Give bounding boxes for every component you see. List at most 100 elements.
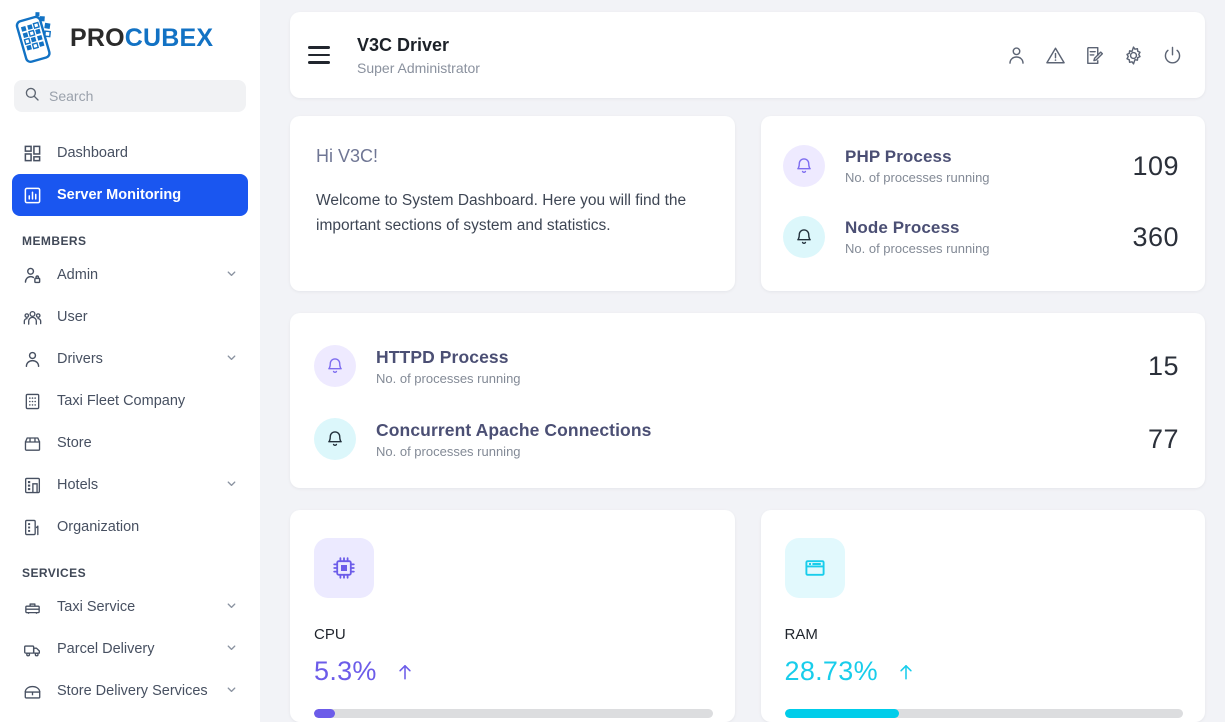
user-icon — [22, 349, 42, 369]
trend-up-arrow-icon — [896, 662, 916, 682]
power-logout-icon[interactable] — [1162, 45, 1183, 66]
cpu-value: 5.3% — [314, 656, 377, 686]
ram-usage-card: RAM 28.73% — [760, 510, 1205, 722]
header-actions — [1006, 45, 1183, 66]
process-title: PHP Process — [845, 147, 952, 166]
sidebar-item-taxi-service[interactable]: Taxi Service — [12, 586, 248, 628]
cpu-progress-fill — [314, 709, 336, 718]
building-grid-icon — [22, 391, 42, 411]
dashboard-row-3: CPU 5.3% RAM 28.73% — [290, 510, 1205, 722]
process-subtitle: No. of processes running — [845, 241, 990, 256]
sidebar-item-admin[interactable]: Admin — [12, 254, 248, 296]
sidebar-section-members: MEMBERS — [22, 234, 87, 248]
sidebar: PROCUBEX Dashboard — [0, 0, 260, 722]
cpu-value-row: 5.3% — [314, 656, 713, 687]
profile-icon[interactable] — [1006, 45, 1027, 66]
process-text: PHP Process No. of processes running — [845, 147, 990, 185]
chevron-down-icon[interactable] — [225, 267, 238, 284]
app-root: PROCUBEX Dashboard — [0, 0, 1225, 722]
ram-progress-bar — [784, 709, 1183, 718]
cpu-progress-bar — [314, 709, 713, 718]
brand-cubex: CUBEX — [124, 23, 214, 52]
search-bar[interactable] — [14, 80, 246, 112]
sidebar-item-drivers[interactable]: Drivers — [12, 338, 248, 380]
hotel-building-icon — [22, 475, 42, 495]
main-content: V3C Driver Super Administrator Hi V3C! W… — [260, 0, 1225, 722]
ram-value-row: 28.73% — [785, 656, 1184, 687]
sidebar-item-label: Parcel Delivery — [57, 641, 155, 657]
process-row-apache: Concurrent Apache Connections No. of pro… — [314, 408, 1179, 470]
process-row-php: PHP Process No. of processes running 109 — [783, 136, 1179, 196]
sidebar-section-services: SERVICES — [22, 566, 87, 580]
taxi-icon — [22, 597, 42, 617]
sidebar-item-taxi-fleet-company[interactable]: Taxi Fleet Company — [12, 380, 248, 422]
process-value: 109 — [1132, 150, 1179, 181]
sidebar-item-label: Server Monitoring — [57, 187, 182, 203]
bell-icon — [314, 345, 356, 387]
welcome-greeting: Hi V3C! — [316, 146, 379, 166]
welcome-message: Welcome to System Dashboard. Here you wi… — [316, 192, 687, 235]
ram-value: 28.73% — [784, 656, 878, 686]
sidebar-item-label: Taxi Service — [57, 599, 136, 615]
sidebar-item-label: Dashboard — [57, 145, 128, 161]
chart-bar-icon — [22, 185, 42, 205]
process-row-node: Node Process No. of processes running 36… — [783, 207, 1179, 267]
sidebar-item-label: Store — [57, 435, 92, 451]
process-value: 77 — [1147, 423, 1179, 454]
chevron-down-icon[interactable] — [225, 683, 238, 700]
sidebar-item-label: Admin — [57, 267, 99, 283]
memory-window-icon — [784, 538, 845, 598]
page-title: V3C Driver — [357, 35, 450, 56]
process-text: HTTPD Process No. of processes running — [376, 347, 521, 386]
hamburger-menu-icon[interactable] — [308, 46, 338, 64]
settings-gear-icon[interactable] — [1123, 45, 1144, 66]
sidebar-item-label: Drivers — [57, 351, 103, 367]
sidebar-item-hotels[interactable]: Hotels — [12, 464, 248, 506]
trend-up-arrow-icon — [395, 662, 415, 682]
process-title: Concurrent Apache Connections — [376, 419, 652, 440]
sidebar-item-store[interactable]: Store — [12, 422, 248, 464]
sidebar-item-store-delivery-services[interactable]: Store Delivery Services — [12, 670, 248, 712]
process-text: Concurrent Apache Connections No. of pro… — [376, 420, 651, 459]
brand-pro: PRO — [70, 23, 125, 52]
delivery-truck-icon — [22, 639, 42, 659]
sidebar-item-dashboard[interactable]: Dashboard — [12, 132, 248, 174]
cpu-usage-card: CPU 5.3% — [290, 510, 735, 722]
organization-building-icon — [22, 517, 42, 537]
chevron-down-icon[interactable] — [225, 477, 238, 494]
sidebar-item-organization[interactable]: Organization — [12, 506, 248, 548]
cpu-label: CPU — [314, 626, 346, 643]
sidebar-item-parcel-delivery[interactable]: Parcel Delivery — [12, 628, 248, 670]
process-card-wide: HTTPD Process No. of processes running 1… — [290, 313, 1205, 488]
process-value: 15 — [1147, 350, 1179, 381]
dashboard-row-1: Hi V3C! Welcome to System Dashboard. Her… — [290, 116, 1205, 291]
chevron-down-icon[interactable] — [225, 599, 238, 616]
process-row-httpd: HTTPD Process No. of processes running 1… — [314, 335, 1179, 397]
sidebar-item-label: User — [57, 309, 88, 325]
sidebar-item-label: Organization — [57, 519, 140, 535]
chevron-down-icon[interactable] — [225, 641, 238, 658]
alert-warning-icon[interactable] — [1045, 45, 1066, 66]
sidebar-item-user[interactable]: User — [12, 296, 248, 338]
page-header: V3C Driver Super Administrator — [290, 12, 1205, 98]
sidebar-nav: Dashboard Server Monitoring MEMBERS Admi… — [0, 132, 260, 712]
page-subtitle: Super Administrator — [357, 59, 480, 76]
store-delivery-icon — [22, 681, 42, 701]
process-title: HTTPD Process — [376, 346, 509, 367]
edit-document-icon[interactable] — [1084, 45, 1105, 66]
chevron-down-icon[interactable] — [225, 351, 238, 368]
cpu-chip-icon — [314, 538, 374, 598]
sidebar-item-label: Store Delivery Services — [57, 683, 208, 699]
storefront-icon — [22, 433, 42, 453]
sidebar-item-server-monitoring[interactable]: Server Monitoring — [12, 174, 248, 216]
header-titles: V3C Driver Super Administrator — [357, 34, 480, 75]
search-input[interactable] — [49, 88, 236, 104]
sidebar-item-label: Taxi Fleet Company — [57, 393, 186, 409]
user-lock-icon — [22, 265, 42, 285]
bell-icon — [314, 418, 356, 460]
ram-progress-fill — [784, 709, 899, 718]
grid-icon — [22, 143, 42, 163]
process-subtitle: No. of processes running — [376, 370, 521, 386]
process-subtitle: No. of processes running — [376, 443, 521, 459]
brand-logo[interactable]: PROCUBEX — [0, 0, 260, 72]
